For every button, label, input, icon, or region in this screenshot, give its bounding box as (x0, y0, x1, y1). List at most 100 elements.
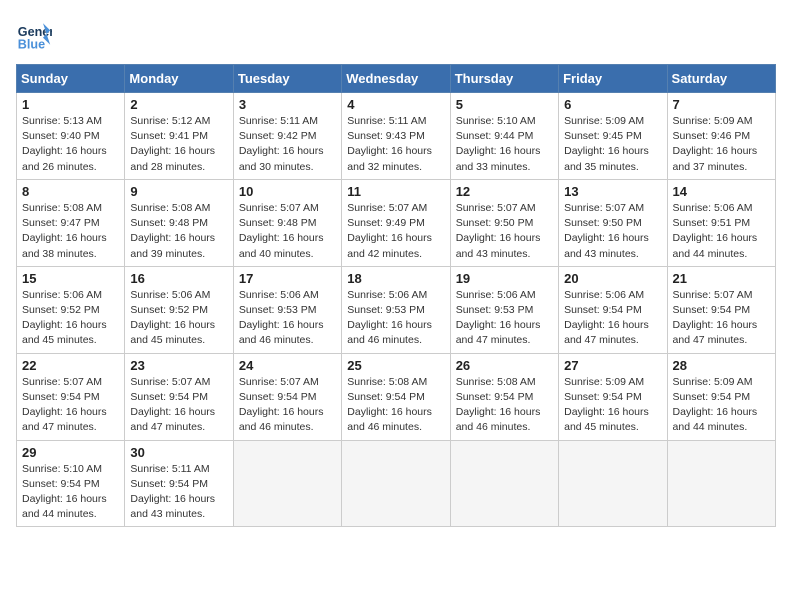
day-info: Sunrise: 5:11 AMSunset: 9:43 PMDaylight:… (347, 114, 444, 175)
logo-icon: General Blue (16, 16, 52, 52)
day-number: 16 (130, 271, 227, 286)
day-cell: 10 Sunrise: 5:07 AMSunset: 9:48 PMDayligh… (233, 179, 341, 266)
day-cell: 6 Sunrise: 5:09 AMSunset: 9:45 PMDaylight… (559, 93, 667, 180)
calendar-header: SundayMondayTuesdayWednesdayThursdayFrid… (17, 65, 776, 93)
day-number: 25 (347, 358, 444, 373)
day-cell: 17 Sunrise: 5:06 AMSunset: 9:53 PMDayligh… (233, 266, 341, 353)
day-number: 24 (239, 358, 336, 373)
day-info: Sunrise: 5:07 AMSunset: 9:54 PMDaylight:… (130, 375, 227, 436)
day-info: Sunrise: 5:08 AMSunset: 9:47 PMDaylight:… (22, 201, 119, 262)
day-info: Sunrise: 5:11 AMSunset: 9:54 PMDaylight:… (130, 462, 227, 523)
day-info: Sunrise: 5:09 AMSunset: 9:46 PMDaylight:… (673, 114, 770, 175)
day-cell: 15 Sunrise: 5:06 AMSunset: 9:52 PMDayligh… (17, 266, 125, 353)
day-cell: 28 Sunrise: 5:09 AMSunset: 9:54 PMDayligh… (667, 353, 775, 440)
day-number: 28 (673, 358, 770, 373)
day-number: 2 (130, 97, 227, 112)
day-info: Sunrise: 5:09 AMSunset: 9:54 PMDaylight:… (673, 375, 770, 436)
day-cell (233, 440, 341, 527)
day-cell: 8 Sunrise: 5:08 AMSunset: 9:47 PMDaylight… (17, 179, 125, 266)
day-info: Sunrise: 5:08 AMSunset: 9:48 PMDaylight:… (130, 201, 227, 262)
day-cell: 12 Sunrise: 5:07 AMSunset: 9:50 PMDayligh… (450, 179, 558, 266)
day-number: 27 (564, 358, 661, 373)
day-info: Sunrise: 5:06 AMSunset: 9:53 PMDaylight:… (239, 288, 336, 349)
col-header-friday: Friday (559, 65, 667, 93)
week-row-1: 1 Sunrise: 5:13 AMSunset: 9:40 PMDaylight… (17, 93, 776, 180)
logo: General Blue (16, 16, 56, 52)
day-cell: 1 Sunrise: 5:13 AMSunset: 9:40 PMDaylight… (17, 93, 125, 180)
day-number: 7 (673, 97, 770, 112)
day-info: Sunrise: 5:07 AMSunset: 9:49 PMDaylight:… (347, 201, 444, 262)
day-info: Sunrise: 5:07 AMSunset: 9:54 PMDaylight:… (239, 375, 336, 436)
day-info: Sunrise: 5:07 AMSunset: 9:54 PMDaylight:… (673, 288, 770, 349)
day-info: Sunrise: 5:06 AMSunset: 9:51 PMDaylight:… (673, 201, 770, 262)
day-cell (342, 440, 450, 527)
week-row-4: 22 Sunrise: 5:07 AMSunset: 9:54 PMDayligh… (17, 353, 776, 440)
day-info: Sunrise: 5:07 AMSunset: 9:48 PMDaylight:… (239, 201, 336, 262)
day-info: Sunrise: 5:08 AMSunset: 9:54 PMDaylight:… (456, 375, 553, 436)
day-cell: 19 Sunrise: 5:06 AMSunset: 9:53 PMDayligh… (450, 266, 558, 353)
day-info: Sunrise: 5:06 AMSunset: 9:52 PMDaylight:… (22, 288, 119, 349)
day-info: Sunrise: 5:08 AMSunset: 9:54 PMDaylight:… (347, 375, 444, 436)
day-cell: 5Sunrise: 5:10 AMSunset: 9:44 PMDaylight… (450, 93, 558, 180)
day-cell: 2Sunrise: 5:12 AMSunset: 9:41 PMDaylight… (125, 93, 233, 180)
day-number: 4 (347, 97, 444, 112)
week-row-5: 29Sunrise: 5:10 AMSunset: 9:54 PMDayligh… (17, 440, 776, 527)
day-number: 20 (564, 271, 661, 286)
day-info: Sunrise: 5:13 AMSunset: 9:40 PMDaylight:… (22, 114, 119, 175)
day-cell (450, 440, 558, 527)
day-cell: 24 Sunrise: 5:07 AMSunset: 9:54 PMDayligh… (233, 353, 341, 440)
day-number: 3 (239, 97, 336, 112)
day-info: Sunrise: 5:07 AMSunset: 9:50 PMDaylight:… (456, 201, 553, 262)
day-number: 6 (564, 97, 661, 112)
day-cell: 21 Sunrise: 5:07 AMSunset: 9:54 PMDayligh… (667, 266, 775, 353)
col-header-sunday: Sunday (17, 65, 125, 93)
day-info: Sunrise: 5:11 AMSunset: 9:42 PMDaylight:… (239, 114, 336, 175)
day-info: Sunrise: 5:10 AMSunset: 9:54 PMDaylight:… (22, 462, 119, 523)
col-header-thursday: Thursday (450, 65, 558, 93)
day-number: 9 (130, 184, 227, 199)
day-cell: 14 Sunrise: 5:06 AMSunset: 9:51 PMDayligh… (667, 179, 775, 266)
day-number: 30 (130, 445, 227, 460)
day-number: 5 (456, 97, 553, 112)
day-number: 17 (239, 271, 336, 286)
col-header-monday: Monday (125, 65, 233, 93)
day-number: 22 (22, 358, 119, 373)
day-cell: 9 Sunrise: 5:08 AMSunset: 9:48 PMDaylight… (125, 179, 233, 266)
day-cell: 7 Sunrise: 5:09 AMSunset: 9:46 PMDaylight… (667, 93, 775, 180)
day-cell: 11 Sunrise: 5:07 AMSunset: 9:49 PMDayligh… (342, 179, 450, 266)
week-row-2: 8 Sunrise: 5:08 AMSunset: 9:47 PMDaylight… (17, 179, 776, 266)
day-number: 10 (239, 184, 336, 199)
day-cell: 20 Sunrise: 5:06 AMSunset: 9:54 PMDayligh… (559, 266, 667, 353)
day-number: 1 (22, 97, 119, 112)
day-cell: 4 Sunrise: 5:11 AMSunset: 9:43 PMDaylight… (342, 93, 450, 180)
day-info: Sunrise: 5:06 AMSunset: 9:54 PMDaylight:… (564, 288, 661, 349)
day-cell: 29Sunrise: 5:10 AMSunset: 9:54 PMDayligh… (17, 440, 125, 527)
day-info: Sunrise: 5:06 AMSunset: 9:53 PMDaylight:… (456, 288, 553, 349)
day-info: Sunrise: 5:07 AMSunset: 9:50 PMDaylight:… (564, 201, 661, 262)
col-header-saturday: Saturday (667, 65, 775, 93)
day-number: 19 (456, 271, 553, 286)
day-number: 14 (673, 184, 770, 199)
day-number: 18 (347, 271, 444, 286)
day-number: 8 (22, 184, 119, 199)
calendar-table: SundayMondayTuesdayWednesdayThursdayFrid… (16, 64, 776, 527)
day-cell: 27 Sunrise: 5:09 AMSunset: 9:54 PMDayligh… (559, 353, 667, 440)
day-number: 15 (22, 271, 119, 286)
day-cell: 26 Sunrise: 5:08 AMSunset: 9:54 PMDayligh… (450, 353, 558, 440)
day-info: Sunrise: 5:06 AMSunset: 9:53 PMDaylight:… (347, 288, 444, 349)
day-number: 13 (564, 184, 661, 199)
col-header-tuesday: Tuesday (233, 65, 341, 93)
day-info: Sunrise: 5:09 AMSunset: 9:45 PMDaylight:… (564, 114, 661, 175)
col-header-wednesday: Wednesday (342, 65, 450, 93)
day-number: 11 (347, 184, 444, 199)
day-cell: 13 Sunrise: 5:07 AMSunset: 9:50 PMDayligh… (559, 179, 667, 266)
day-cell: 18 Sunrise: 5:06 AMSunset: 9:53 PMDayligh… (342, 266, 450, 353)
day-number: 26 (456, 358, 553, 373)
day-number: 21 (673, 271, 770, 286)
svg-text:Blue: Blue (18, 37, 45, 51)
day-number: 23 (130, 358, 227, 373)
day-cell (559, 440, 667, 527)
day-number: 12 (456, 184, 553, 199)
day-cell: 16Sunrise: 5:06 AMSunset: 9:52 PMDayligh… (125, 266, 233, 353)
day-info: Sunrise: 5:09 AMSunset: 9:54 PMDaylight:… (564, 375, 661, 436)
